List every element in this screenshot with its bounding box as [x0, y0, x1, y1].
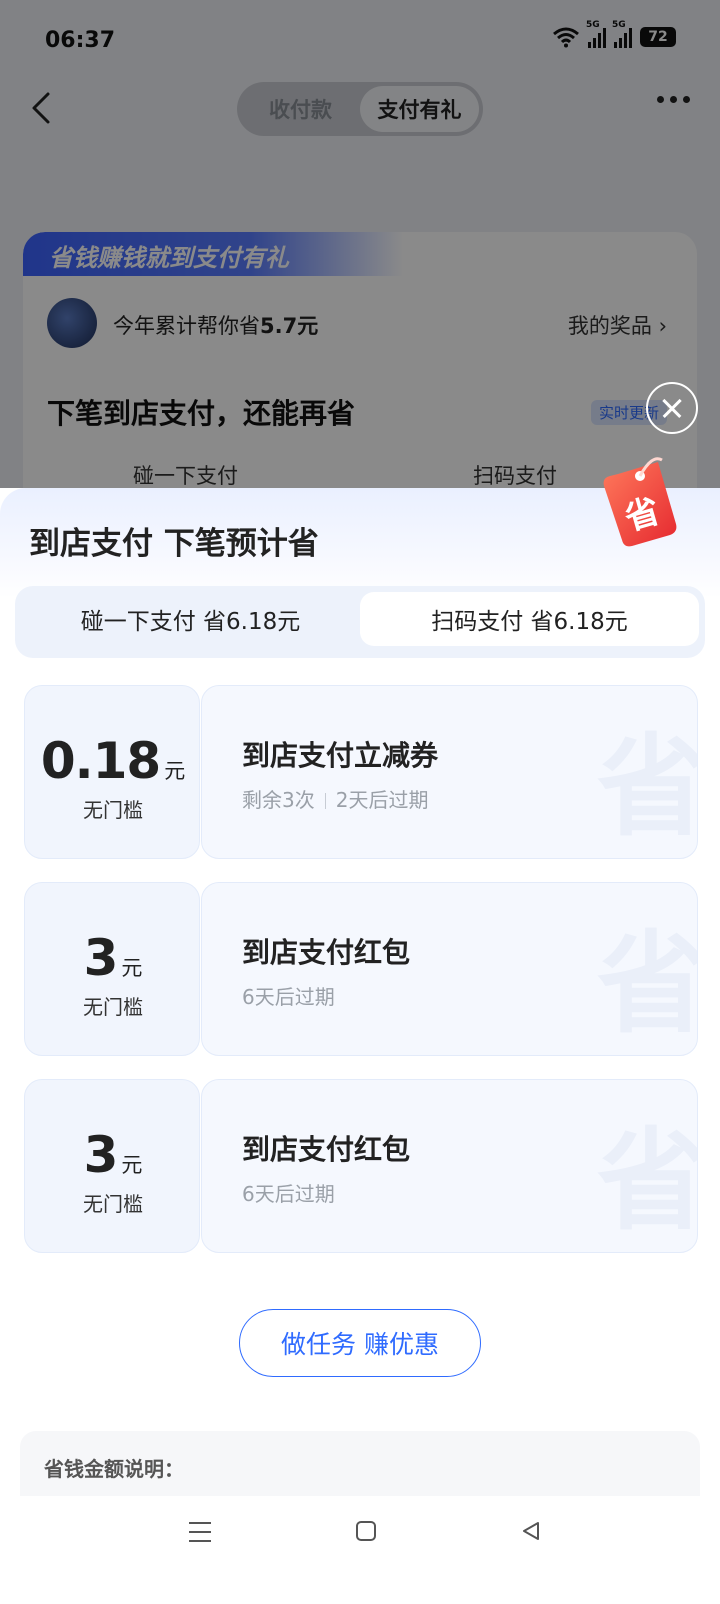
coupon-unit: 元 [164, 759, 186, 783]
back-triangle-icon[interactable] [520, 1520, 542, 1542]
coupon-card[interactable]: 0.18 元 无门槛 省 到店支付立减券 剩余3次 2天后过期 [24, 685, 698, 859]
pay-method-tabs: 碰一下支付 省6.18元 扫码支付 省6.18元 [15, 586, 705, 658]
coupon-amount: 3 [83, 929, 119, 987]
earn-rewards-button[interactable]: 做任务 赚优惠 [239, 1309, 481, 1377]
coupon-card[interactable]: 3元 无门槛 省 到店支付红包 6天后过期 [24, 882, 698, 1056]
coupon-condition: 无门槛 [83, 995, 143, 1019]
coupon-title: 到店支付红包 [242, 936, 411, 969]
coupon-unit: 元 [121, 1153, 143, 1177]
watermark: 省 [597, 920, 698, 1048]
menu-icon[interactable] [189, 1522, 211, 1542]
home-icon[interactable] [356, 1521, 376, 1541]
tab-scan-pay[interactable]: 扫码支付 省6.18元 [360, 592, 699, 646]
coupon-condition: 无门槛 [83, 1192, 143, 1216]
coupon-amount: 0.18 [40, 732, 161, 790]
price-tag-icon: 省 [603, 457, 677, 547]
coupon-meta: 剩余3次 2天后过期 [242, 784, 428, 813]
coupon-value: 3元 无门槛 [24, 882, 200, 1056]
coupon-info: 省 到店支付红包 6天后过期 [201, 882, 698, 1056]
coupon-value: 3元 无门槛 [24, 1079, 200, 1253]
coupon-info: 省 到店支付红包 6天后过期 [201, 1079, 698, 1253]
system-nav-bar [0, 1496, 720, 1604]
savings-sheet: 到店支付 下笔预计省 省 碰一下支付 省6.18元 扫码支付 省6.18元 0.… [0, 457, 720, 1604]
coupon-value: 0.18 元 无门槛 [24, 685, 200, 859]
coupon-expiry: 2天后过期 [335, 788, 429, 812]
watermark: 省 [597, 1117, 698, 1245]
tab-tap-pay[interactable]: 碰一下支付 省6.18元 [21, 592, 360, 646]
sheet-title: 到店支付 下笔预计省 [29, 526, 319, 562]
coupon-title: 到店支付红包 [242, 1133, 411, 1166]
close-icon[interactable] [646, 382, 698, 434]
coupon-expiry: 6天后过期 [242, 985, 335, 1009]
explanation-title: 省钱金额说明： [44, 1457, 184, 1481]
coupon-unit: 元 [121, 956, 143, 980]
coupon-card[interactable]: 3元 无门槛 省 到店支付红包 6天后过期 [24, 1079, 698, 1253]
coupon-info: 省 到店支付立减券 剩余3次 2天后过期 [201, 685, 698, 859]
watermark: 省 [597, 723, 698, 851]
coupon-remaining: 剩余3次 [242, 788, 315, 812]
coupon-expiry: 6天后过期 [242, 1182, 335, 1206]
coupon-amount: 3 [83, 1126, 119, 1184]
coupon-condition: 无门槛 [83, 798, 143, 822]
coupon-title: 到店支付立减券 [242, 739, 439, 772]
